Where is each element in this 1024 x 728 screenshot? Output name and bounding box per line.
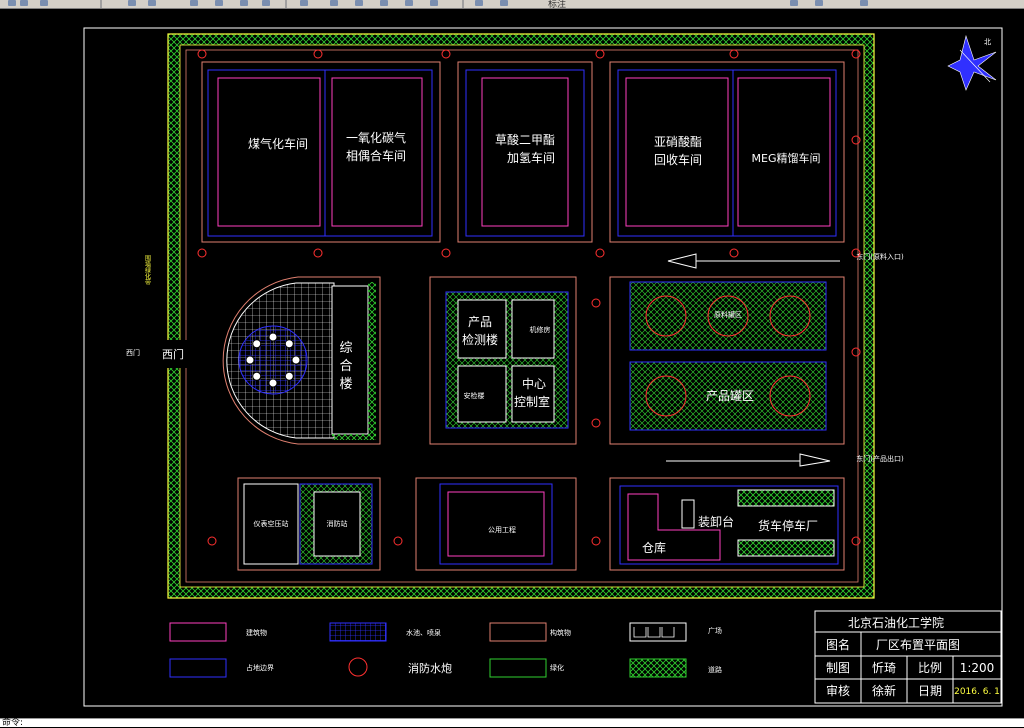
title-r4-value: 徐新 [872, 683, 896, 698]
label-warehouse: 仓库 [642, 540, 666, 555]
label-coal-gas: 煤气化车间 [248, 136, 308, 151]
fountain-jet-icon [268, 332, 278, 342]
title-school: 北京石油化工学院 [848, 615, 944, 630]
fountain-jet-icon [252, 371, 262, 381]
compass-north-label: 北 [984, 38, 991, 46]
block-public-works [415, 477, 577, 571]
label-oxalate-1: 草酸二甲酯 [495, 132, 555, 147]
label-complex-1: 综 [339, 341, 352, 356]
title-r3-label2: 比例 [918, 661, 942, 675]
title-r2-label: 图名 [826, 637, 850, 652]
legend-label-2: 构筑物 [550, 628, 571, 637]
label-raw-tank: 原料罐区 [714, 310, 742, 319]
site-plan-drawing: 煤气化车间 一氧化碳气 相偶合车间 草酸二甲酯 加氢车间 亚硝酸酯 回收车间 M… [83, 27, 1003, 707]
label-product-test-2: 检测楼 [462, 332, 498, 347]
label-co-2: 相偶合车间 [346, 148, 406, 163]
label-middle-bottom: 公用工程 [488, 525, 516, 534]
legend-label-1: 水池、喷泉 [406, 628, 441, 637]
label-product-tank: 产品罐区 [706, 389, 754, 403]
fountain-jet-icon [268, 378, 278, 388]
label-co-1: 一氧化碳气 [346, 130, 406, 145]
label-west-gate-small: 西门 [126, 348, 140, 357]
command-prompt: 命令: [2, 718, 24, 728]
title-r2-value: 厂区布置平面图 [876, 638, 960, 652]
label-control-2: 控制室 [514, 394, 550, 409]
title-r4-value2: 2016. 6. 1 [954, 687, 1000, 697]
title-r3-value2: 1:200 [960, 661, 995, 675]
title-r4-label: 审核 [826, 683, 850, 698]
fountain-jet-icon [252, 339, 262, 349]
fountain-jet-icon [284, 339, 294, 349]
legend-label-4: 占地边界 [246, 663, 274, 672]
label-nitrite-1: 亚硝酸酯 [654, 134, 702, 149]
legend-label-6: 绿化 [550, 663, 564, 672]
legend-label-7: 道路 [708, 665, 722, 674]
title-r3-value: 忻琦 [872, 661, 896, 675]
label-oxalate-2: 加氢车间 [507, 150, 555, 165]
legend-label-0: 建筑物 [246, 628, 267, 637]
label-left-bottom-2: 消防站 [327, 519, 348, 528]
label-west-gate: 西门 [162, 347, 184, 361]
label-complex-3: 楼 [339, 377, 352, 392]
label-product-test-1: 产品 [468, 315, 492, 329]
legend-label-3: 广场 [708, 626, 722, 635]
label-east-raw: 东门(原料入口) [856, 252, 904, 261]
label-control-1: 中心 [522, 376, 546, 391]
label-meg: MEG精馏车间 [752, 151, 821, 165]
fountain-jet-icon [245, 355, 255, 365]
fountain-jet-icon [291, 355, 301, 365]
legend-label-5: 消防水炮 [408, 661, 452, 675]
label-nitrite-2: 回收车间 [654, 152, 702, 167]
label-east-product: 东门(产品出口) [856, 454, 904, 463]
label-truck-parking: 货车停车厂 [758, 518, 818, 533]
label-loading: 装卸台 [698, 514, 734, 529]
block-lab [429, 276, 577, 445]
label-complex-2: 合 [339, 359, 352, 374]
title-r3-label: 制图 [826, 661, 850, 675]
label-west-side-note: 围墙绿化带 [144, 255, 151, 286]
label-left-bottom-1: 仪表空压站 [254, 519, 289, 528]
title-r4-label2: 日期 [918, 684, 942, 698]
label-small-top-right: 机修房 [530, 325, 551, 334]
label-small-bottom-left: 安检楼 [464, 391, 485, 400]
fountain-jet-icon [284, 371, 294, 381]
